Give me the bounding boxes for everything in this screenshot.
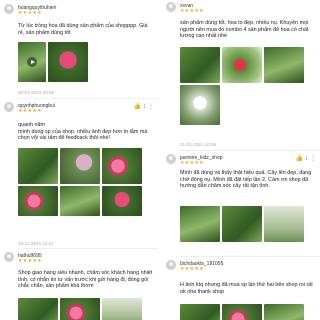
review-media bbox=[18, 148, 150, 216]
review-photo[interactable] bbox=[18, 298, 58, 320]
like-control[interactable]: 👍 1 ⋮ bbox=[296, 155, 316, 163]
review-photo[interactable] bbox=[180, 304, 220, 320]
avatar[interactable] bbox=[4, 4, 14, 14]
review-photo[interactable] bbox=[264, 304, 304, 320]
like-count: 1 bbox=[305, 155, 308, 162]
review-photo[interactable] bbox=[102, 298, 142, 320]
thumbs-up-icon[interactable]: 👍 bbox=[134, 103, 141, 110]
review-photo[interactable] bbox=[222, 206, 262, 242]
more-vertical-icon[interactable]: ⋮ bbox=[310, 155, 316, 162]
divider bbox=[18, 248, 158, 249]
review-photo[interactable] bbox=[60, 148, 100, 184]
avatar[interactable] bbox=[4, 252, 14, 262]
review-item: xxvan ★★★★★ sản phẩm dùng tốt, hoa to đẹ… bbox=[162, 2, 320, 147]
review-photo[interactable] bbox=[264, 47, 304, 83]
review-text: sản phẩm dùng tốt, hoa to đẹp, nhiều nụ.… bbox=[180, 20, 309, 40]
thumbs-up-icon[interactable]: 👍 bbox=[296, 155, 303, 162]
star-rating: ★★★★★ bbox=[18, 10, 42, 16]
review-photo[interactable] bbox=[18, 186, 58, 216]
review-header: quynhphuongbui ★★★★★ 👍 1 ⋮ bbox=[0, 102, 158, 114]
divider bbox=[180, 150, 320, 151]
review-text: Từ lúc trồng hoa đã dùng sản phẩm của sh… bbox=[18, 23, 148, 36]
review-media bbox=[180, 304, 304, 320]
divider bbox=[18, 98, 158, 99]
review-media bbox=[18, 42, 88, 82]
star-rating: ★★★★★ bbox=[18, 108, 42, 114]
review-header: xxvan ★★★★★ bbox=[162, 2, 320, 14]
review-photo[interactable] bbox=[222, 304, 262, 320]
avatar[interactable] bbox=[166, 2, 176, 12]
review-photo[interactable] bbox=[222, 47, 262, 83]
review-photo[interactable] bbox=[180, 47, 220, 83]
review-photo[interactable] bbox=[60, 186, 100, 216]
review-photo[interactable] bbox=[102, 148, 142, 184]
avatar[interactable] bbox=[4, 102, 14, 112]
divider bbox=[180, 256, 320, 257]
more-vertical-icon[interactable]: ⋮ bbox=[148, 103, 154, 110]
play-icon[interactable] bbox=[27, 57, 37, 67]
review-text: H ảnh ktq nhưng đã mua sp lần thứ hai bê… bbox=[180, 282, 313, 295]
review-photo[interactable] bbox=[180, 85, 220, 125]
review-media bbox=[180, 47, 312, 125]
review-photo[interactable] bbox=[48, 42, 88, 82]
review-text: Mình đã dùng và thấy thật hiệu quả. Cây … bbox=[180, 170, 312, 190]
review-photo[interactable] bbox=[18, 148, 58, 184]
review-item: quynhphuongbui ★★★★★ 👍 1 ⋮ quanh năm mìn… bbox=[0, 102, 158, 246]
review-photo[interactable] bbox=[102, 186, 142, 216]
review-photo[interactable] bbox=[180, 206, 220, 242]
review-video-thumbnail[interactable] bbox=[18, 42, 46, 82]
review-header: bichdaokts_181095 ★★★★★ bbox=[162, 260, 320, 272]
review-item: hoangquythuhien ★★★★★ Từ lúc trồng hoa đ… bbox=[0, 4, 158, 95]
avatar[interactable] bbox=[166, 260, 176, 270]
left-review-column: hoangquythuhien ★★★★★ Từ lúc trồng hoa đ… bbox=[0, 0, 158, 320]
review-date: 21-01-2021 10:56 bbox=[180, 142, 217, 147]
review-header: hathu9695 ★★★★★ bbox=[0, 252, 158, 264]
like-control[interactable]: 👍 1 ⋮ bbox=[134, 103, 154, 111]
review-item: jasmine_kidz_shop ★★★★★ 👍 1 ⋮ Mình đã dù… bbox=[162, 154, 320, 242]
star-rating: ★★★★★ bbox=[180, 160, 204, 166]
review-date: 26-04-2022 20:50 bbox=[18, 90, 55, 95]
like-count: 1 bbox=[143, 103, 146, 110]
star-rating: ★★★★★ bbox=[180, 8, 204, 14]
review-header: hoangquythuhien ★★★★★ bbox=[0, 4, 158, 16]
right-review-column: xxvan ★★★★★ sản phẩm dùng tốt, hoa to đẹ… bbox=[162, 0, 320, 320]
review-text: quanh năm mình dùng sp của shop. nhiều ả… bbox=[18, 122, 148, 142]
review-text: Shop giao hàng siêu nhanh, chăm sóc khác… bbox=[18, 270, 153, 290]
star-rating: ★★★★★ bbox=[180, 266, 204, 272]
review-media bbox=[180, 206, 312, 242]
review-item: bichdaokts_181095 ★★★★★ H ảnh ktq nhưng … bbox=[162, 260, 320, 320]
review-media bbox=[18, 298, 142, 320]
review-photo[interactable] bbox=[60, 298, 100, 320]
star-rating: ★★★★★ bbox=[18, 258, 42, 264]
avatar[interactable] bbox=[166, 154, 176, 164]
review-header: jasmine_kidz_shop ★★★★★ 👍 1 ⋮ bbox=[162, 154, 320, 166]
review-date: 18-11-2021 22:47 bbox=[18, 241, 54, 246]
review-item: hathu9695 ★★★★★ Shop giao hàng siêu nhan… bbox=[0, 252, 158, 320]
review-photo[interactable] bbox=[264, 206, 304, 242]
